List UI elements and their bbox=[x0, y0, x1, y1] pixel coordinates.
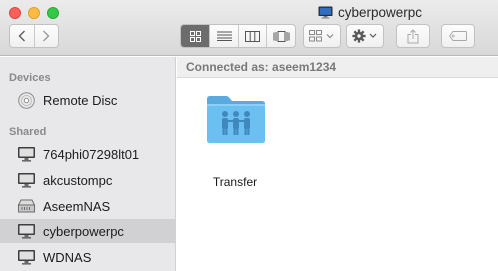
sidebar-item-aseemnas[interactable]: AseemNAS bbox=[0, 194, 176, 218]
view-mode-control bbox=[180, 24, 296, 48]
shared-folder-icon bbox=[207, 96, 265, 143]
arrange-button[interactable] bbox=[303, 24, 341, 48]
window-title-text: cyberpowerpc bbox=[338, 4, 423, 20]
icon-grid-icon bbox=[189, 30, 201, 42]
folder-item-transfer[interactable]: Transfer bbox=[204, 94, 274, 189]
back-forward-control bbox=[9, 24, 59, 48]
gear-icon bbox=[352, 29, 377, 43]
window-toolbar: cyberpowerpc bbox=[0, 0, 498, 56]
computer-monitor-icon bbox=[18, 250, 35, 265]
folder-item-label: Transfer bbox=[212, 175, 258, 189]
arrange-grid-icon bbox=[309, 30, 334, 42]
computer-monitor-icon bbox=[18, 173, 35, 188]
sidebar-item-label: akcustompc bbox=[43, 172, 113, 188]
tag-icon bbox=[449, 31, 467, 41]
zoom-window-button[interactable] bbox=[47, 7, 59, 19]
optical-disc-icon bbox=[18, 92, 35, 109]
list-lines-icon bbox=[216, 31, 232, 41]
sidebar-item-label: WDNAS bbox=[43, 249, 92, 265]
connection-status-bar: Connected as: aseem1234 bbox=[177, 57, 498, 78]
sidebar-item-label: cyberpowerpc bbox=[43, 223, 124, 239]
back-button[interactable] bbox=[10, 25, 34, 47]
sidebar: Devices Remote Disc Shared 764phi07298lt… bbox=[0, 57, 176, 271]
nas-server-icon bbox=[17, 199, 36, 213]
sidebar-item-764phi07298lt01[interactable]: 764phi07298lt01 bbox=[0, 142, 176, 166]
minimize-window-button[interactable] bbox=[28, 7, 40, 19]
forward-button[interactable] bbox=[33, 25, 58, 47]
computer-monitor-icon bbox=[318, 6, 333, 19]
sidebar-section-shared: Shared bbox=[9, 126, 47, 138]
action-menu-button[interactable] bbox=[346, 24, 384, 48]
close-window-button[interactable] bbox=[9, 7, 21, 19]
sidebar-section-devices: Devices bbox=[9, 72, 51, 84]
sidebar-item-label: AseemNAS bbox=[43, 198, 111, 214]
tags-button[interactable] bbox=[441, 24, 475, 48]
column-view-button[interactable] bbox=[237, 25, 267, 47]
sidebar-item-akcustompc[interactable]: akcustompc bbox=[0, 168, 176, 192]
sidebar-item-label: 764phi07298lt01 bbox=[43, 146, 140, 162]
list-view-button[interactable] bbox=[209, 25, 238, 47]
icon-view-button[interactable] bbox=[181, 25, 210, 47]
file-browser-content: Transfer bbox=[177, 79, 498, 271]
cover-flow-view-button[interactable] bbox=[266, 25, 295, 47]
chevron-left-icon bbox=[18, 30, 25, 42]
share-icon bbox=[407, 28, 419, 43]
sidebar-item-label: Remote Disc bbox=[43, 92, 118, 108]
sidebar-item-cyberpowerpc[interactable]: cyberpowerpc bbox=[0, 219, 176, 243]
computer-monitor-icon bbox=[18, 224, 35, 239]
sidebar-item-remote-disc[interactable]: Remote Disc bbox=[0, 88, 176, 112]
cover-flow-icon bbox=[273, 30, 290, 42]
columns-icon bbox=[245, 30, 261, 42]
chevron-right-icon bbox=[43, 30, 50, 42]
computer-monitor-icon bbox=[18, 147, 35, 162]
window-title: cyberpowerpc bbox=[318, 3, 422, 21]
share-button[interactable] bbox=[396, 24, 430, 48]
sidebar-item-wdnas[interactable]: WDNAS bbox=[0, 245, 176, 269]
